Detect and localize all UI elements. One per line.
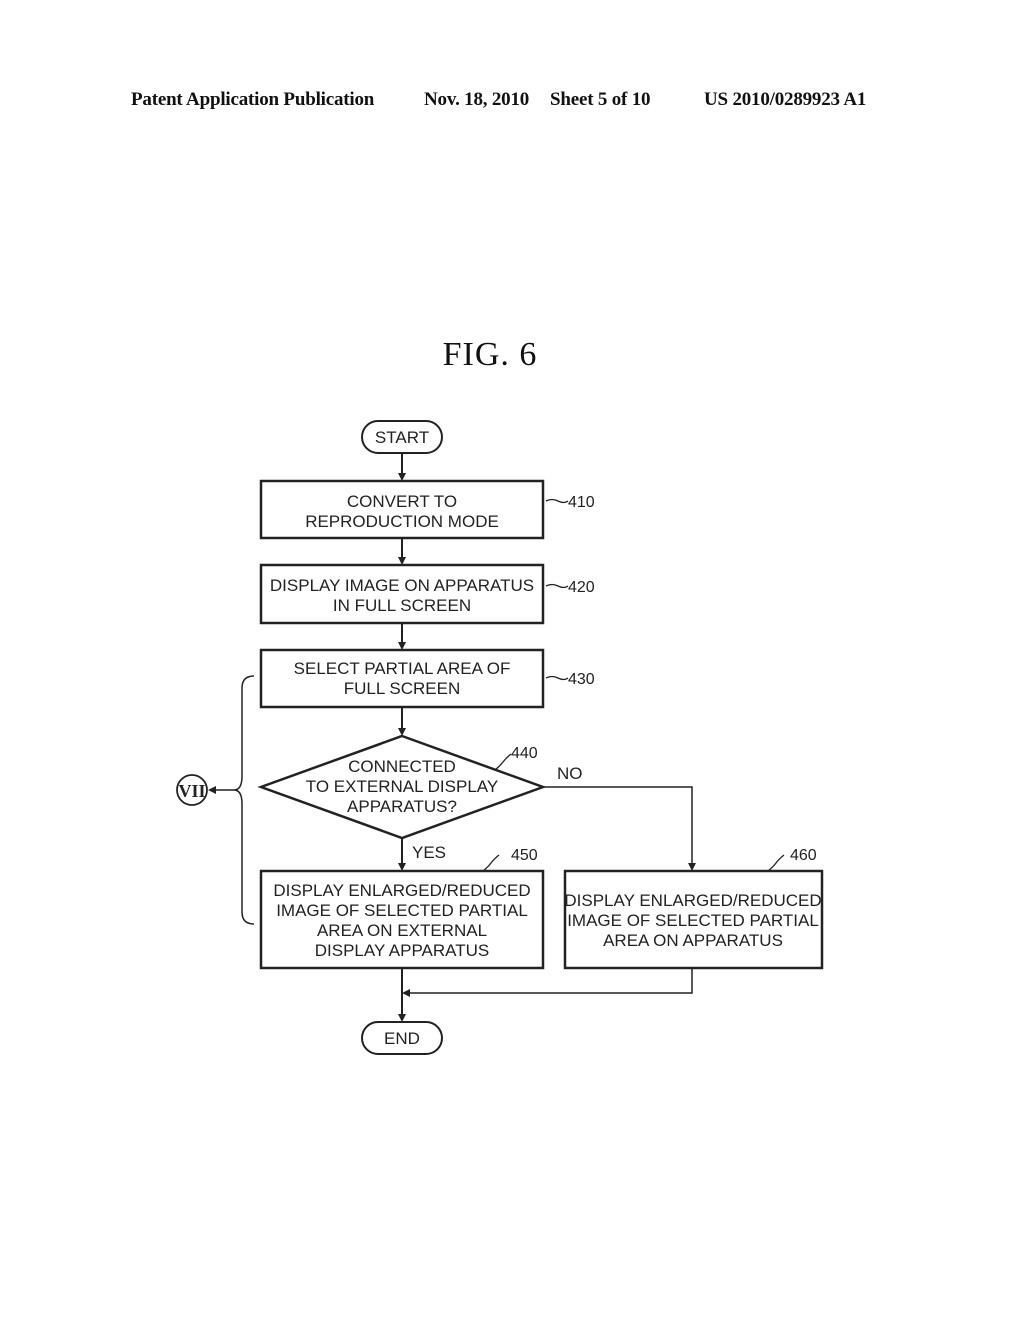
leader-460 [767,854,785,872]
leader-450 [482,854,500,872]
step-430-line-1: SELECT PARTIAL AREA OF [294,659,511,678]
ref-450: 450 [511,847,538,864]
ref-410: 410 [568,494,595,511]
leader-410 [545,498,569,504]
step-450-line-3: AREA ON EXTERNAL [317,921,487,940]
step-460-line-2: IMAGE OF SELECTED PARTIAL [567,911,819,930]
ref-420: 420 [568,579,595,596]
ref-430: 430 [568,671,595,688]
group-bracket [233,675,255,925]
decision-line-1: CONNECTED [348,757,456,776]
step-460-line-1: DISPLAY ENLARGED/REDUCED [564,891,821,910]
step-420-line-1: DISPLAY IMAGE ON APPARATUS [270,576,534,595]
decision-line-2: TO EXTERNAL DISPLAY [306,777,498,796]
connector-label-vii: VII [178,781,205,801]
leader-430 [545,675,569,681]
step-420-line-2: IN FULL SCREEN [333,596,471,615]
leader-420 [545,583,569,589]
leader-440 [494,753,512,771]
step-450-line-4: DISPLAY APPARATUS [315,941,489,960]
ref-460: 460 [790,847,817,864]
decision-line-3: APPARATUS? [347,797,457,816]
step-450-line-2: IMAGE OF SELECTED PARTIAL [276,901,528,920]
step-430-line-2: FULL SCREEN [344,679,461,698]
step-410-line-2: REPRODUCTION MODE [305,512,499,531]
flowchart: START END CONVERT TO REPRODUCTION MODE 4… [176,420,824,1055]
step-410-line-1: CONVERT TO [347,492,457,511]
arrow-440-460 [543,786,696,871]
step-450-line-1: DISPLAY ENLARGED/REDUCED [273,881,530,900]
step-460-line-3: AREA ON APPARATUS [603,931,783,950]
ref-440: 440 [511,745,538,762]
end-label: END [384,1029,420,1048]
decision-no-label: NO [557,764,583,783]
arrow-460-merge [402,968,693,997]
start-label: START [375,428,429,447]
decision-yes-label: YES [412,843,446,862]
